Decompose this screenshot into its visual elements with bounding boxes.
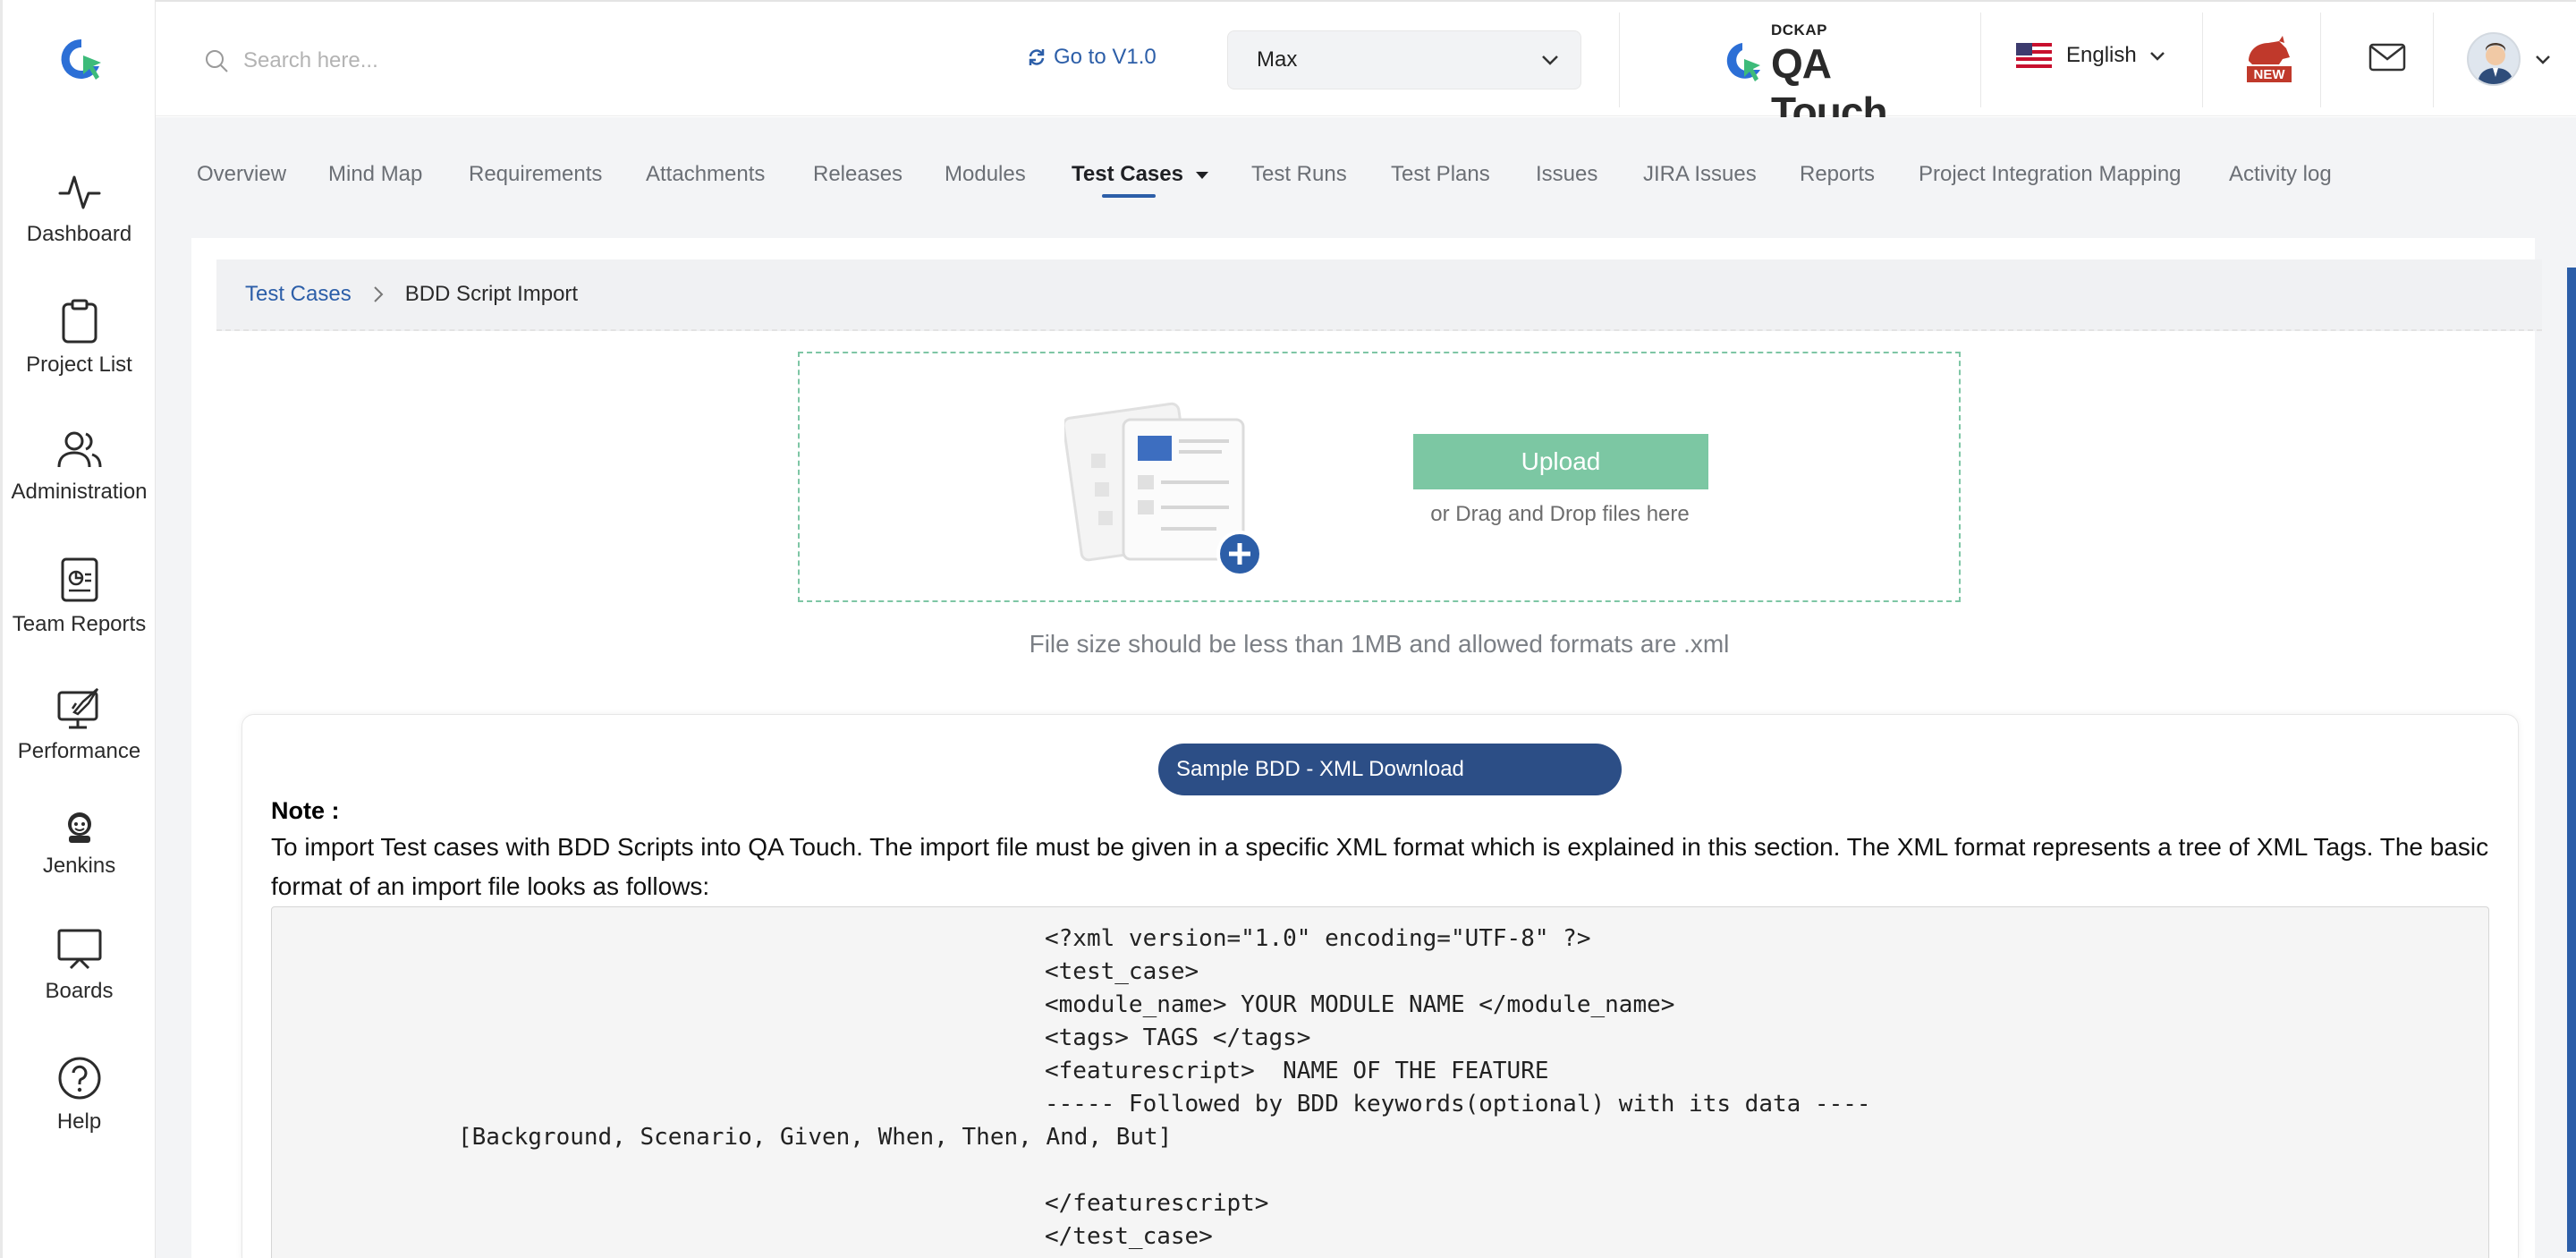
code-line: <tags> TAGS </tags> bbox=[1045, 1024, 1311, 1051]
document-upload-illustration-icon bbox=[1064, 402, 1263, 577]
search-input[interactable] bbox=[243, 48, 547, 73]
breadcrumb-current: BDD Script Import bbox=[404, 282, 579, 306]
drag-drop-text: or Drag and Drop files here bbox=[1430, 502, 1690, 526]
top-header: Go to V1.0 Max DCKAP QA Touch English NE… bbox=[156, 0, 2576, 135]
code-line: </test_case> bbox=[1045, 1223, 1213, 1250]
sidebar-item-jenkins[interactable]: Jenkins bbox=[3, 809, 156, 879]
tab-test-cases[interactable]: Test Cases bbox=[1072, 162, 1208, 198]
file-size-hint: File size should be less than 1MB and al… bbox=[1029, 630, 1730, 658]
upload-button[interactable]: Upload bbox=[1413, 434, 1708, 489]
breadcrumb: Test Cases BDD Script Import bbox=[216, 259, 2542, 331]
header-divider bbox=[2433, 13, 2434, 107]
file-drop-zone[interactable]: Upload or Drag and Drop files here bbox=[798, 352, 1961, 602]
tab-reports[interactable]: Reports bbox=[1800, 162, 1875, 187]
tab-releases[interactable]: Releases bbox=[813, 162, 902, 187]
project-tabs: Overview Mind Map Requirements Attachmen… bbox=[156, 117, 2576, 235]
code-line: <featurescript> NAME OF THE FEATURE bbox=[1045, 1058, 1549, 1084]
tab-overview[interactable]: Overview bbox=[197, 162, 286, 187]
sidebar-item-label: Team Reports bbox=[12, 612, 147, 636]
qa-touch-logo-icon bbox=[1726, 43, 1760, 81]
sidebar-item-administration[interactable]: Administration bbox=[3, 429, 156, 505]
sidebar-item-label: Performance bbox=[17, 739, 141, 763]
code-line: [Background, Scenario, Given, When, Then… bbox=[458, 1124, 1173, 1151]
mail-icon bbox=[2368, 43, 2406, 72]
sidebar-item-team-reports[interactable]: Team Reports bbox=[3, 557, 156, 637]
sidebar-item-label: Dashboard bbox=[26, 222, 132, 246]
rocket-icon bbox=[57, 688, 98, 729]
search-box[interactable] bbox=[204, 43, 562, 79]
tab-requirements[interactable]: Requirements bbox=[469, 162, 602, 187]
code-line: ----- Followed by BDD keywords(optional)… bbox=[1045, 1091, 1871, 1118]
tab-attachments[interactable]: Attachments bbox=[646, 162, 765, 187]
sidebar-item-project-list[interactable]: Project List bbox=[3, 299, 156, 378]
language-label: English bbox=[2066, 43, 2137, 67]
whats-new-badge[interactable]: NEW bbox=[2243, 34, 2295, 86]
sidebar: Dashboard Project List Administration Te… bbox=[0, 0, 156, 1258]
new-badge-label: NEW bbox=[2253, 67, 2285, 82]
sidebar-item-label: Administration bbox=[11, 480, 148, 504]
sidebar-item-label: Project List bbox=[26, 353, 132, 377]
xml-format-code-block: <?xml version="1.0" encoding="UTF-8" ?> … bbox=[271, 906, 2489, 1258]
tab-test-plans[interactable]: Test Plans bbox=[1391, 162, 1490, 187]
code-line: </featurescript> bbox=[1045, 1190, 1269, 1217]
board-icon bbox=[57, 929, 101, 970]
sidebar-item-boards[interactable]: Boards bbox=[3, 927, 156, 1004]
tab-test-runs[interactable]: Test Runs bbox=[1251, 162, 1347, 187]
mail-button[interactable] bbox=[2368, 43, 2406, 76]
users-icon bbox=[57, 431, 101, 468]
scrollbar[interactable] bbox=[2567, 268, 2576, 1252]
user-menu[interactable] bbox=[2467, 32, 2551, 86]
goto-v1-link[interactable]: Go to V1.0 bbox=[1027, 45, 1157, 70]
sidebar-item-label: Jenkins bbox=[42, 854, 116, 878]
caret-down-icon bbox=[1195, 171, 1208, 179]
tab-issues[interactable]: Issues bbox=[1536, 162, 1597, 187]
chevron-right-icon bbox=[374, 286, 384, 302]
breadcrumb-link-test-cases[interactable]: Test Cases bbox=[245, 282, 352, 307]
brand-small-text: DCKAP bbox=[1771, 21, 1827, 38]
language-select[interactable]: English bbox=[2016, 43, 2165, 68]
sidebar-item-label: Boards bbox=[45, 979, 114, 1003]
tab-project-integration-mapping[interactable]: Project Integration Mapping bbox=[1919, 162, 2182, 187]
code-line: <test_case> bbox=[1045, 958, 1199, 985]
jenkins-icon bbox=[67, 812, 91, 843]
sample-bdd-download-button[interactable]: Sample BDD - XML Download bbox=[1158, 744, 1622, 795]
tab-activity-log[interactable]: Activity log bbox=[2229, 162, 2332, 187]
project-select-value: Max bbox=[1257, 47, 1298, 72]
chevron-down-icon bbox=[2536, 55, 2550, 64]
code-line: <?xml version="1.0" encoding="UTF-8" ?> bbox=[1045, 925, 1591, 952]
report-icon bbox=[61, 557, 97, 602]
us-flag-icon bbox=[2016, 43, 2052, 68]
header-divider bbox=[2202, 13, 2203, 107]
note-card: Sample BDD - XML Download Note : To impo… bbox=[242, 714, 2519, 1258]
tab-label: Test Cases bbox=[1072, 162, 1183, 186]
tab-mind-map[interactable]: Mind Map bbox=[328, 162, 422, 187]
app-logo-icon[interactable] bbox=[56, 34, 106, 84]
sidebar-item-performance[interactable]: Performance bbox=[3, 685, 156, 764]
search-icon bbox=[206, 50, 228, 72]
sidebar-item-label: Help bbox=[56, 1109, 102, 1134]
help-icon bbox=[58, 1057, 100, 1100]
tab-jira-issues[interactable]: JIRA Issues bbox=[1643, 162, 1757, 187]
activity-icon bbox=[58, 175, 100, 209]
code-line: <module_name> YOUR MODULE NAME </module_… bbox=[1045, 991, 1675, 1018]
avatar bbox=[2467, 32, 2521, 86]
refresh-icon bbox=[1029, 49, 1045, 65]
note-body: To import Test cases with BDD Scripts in… bbox=[271, 833, 2489, 900]
clipboard-icon bbox=[62, 299, 97, 344]
header-divider bbox=[1619, 13, 1620, 107]
sidebar-item-help[interactable]: Help bbox=[3, 1056, 156, 1135]
note-title: Note : bbox=[271, 797, 340, 824]
user-avatar-icon bbox=[2478, 43, 2513, 84]
brand-logo[interactable]: DCKAP QA Touch bbox=[1721, 18, 1936, 135]
header-divider bbox=[2320, 13, 2321, 107]
tab-modules[interactable]: Modules bbox=[945, 162, 1026, 187]
active-tab-indicator bbox=[1102, 194, 1156, 198]
chevron-down-icon bbox=[2149, 51, 2165, 61]
sidebar-item-dashboard[interactable]: Dashboard bbox=[3, 172, 156, 247]
header-divider bbox=[1980, 13, 1981, 107]
project-select[interactable]: Max bbox=[1227, 30, 1581, 89]
goto-label: Go to V1.0 bbox=[1054, 45, 1157, 69]
chevron-down-icon bbox=[1542, 55, 1558, 65]
